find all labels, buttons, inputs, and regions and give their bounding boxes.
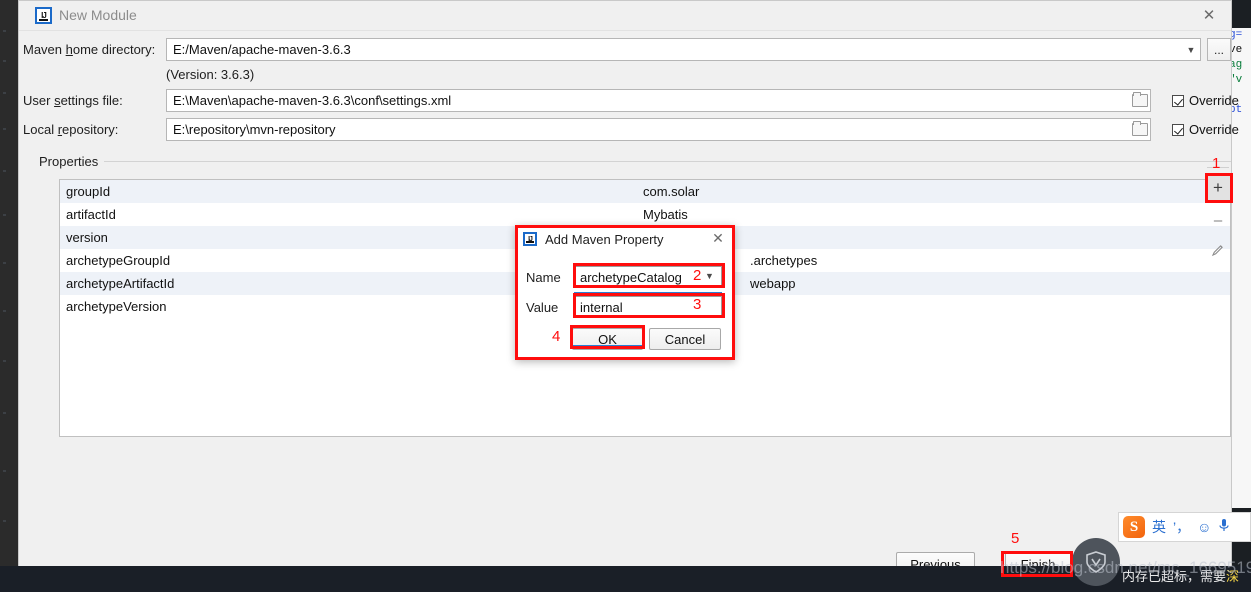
- property-value: com.solar: [643, 184, 700, 199]
- property-value: webapp: [750, 276, 796, 291]
- user-settings-override-checkbox[interactable]: Override: [1172, 93, 1239, 108]
- punctuation-icon[interactable]: ’，: [1173, 517, 1190, 537]
- emoji-icon[interactable]: ☺: [1197, 519, 1211, 535]
- property-key: version: [66, 230, 108, 245]
- name-field-focus-underline: [574, 292, 722, 294]
- checkbox-icon: [1172, 123, 1184, 136]
- property-key: archetypeVersion: [66, 299, 167, 314]
- sogou-ime-toolbar[interactable]: S 英 ’， ☺: [1118, 512, 1251, 542]
- property-key: archetypeGroupId: [66, 253, 171, 268]
- sogou-icon[interactable]: S: [1123, 516, 1145, 538]
- override-label: Override: [1189, 122, 1239, 137]
- name-label: Name: [526, 270, 561, 285]
- taskbar: [0, 566, 1251, 592]
- annotation-number-1: 1: [1212, 155, 1221, 172]
- folder-icon[interactable]: [1129, 90, 1151, 111]
- add-property-button[interactable]: +: [1205, 173, 1231, 203]
- background-editor-gutter: [0, 0, 18, 592]
- properties-toolbar: + –: [1205, 167, 1231, 269]
- taskbar-status-text: 内存已超标，需要深: [1122, 569, 1240, 584]
- maven-version-text: (Version: 3.6.3): [166, 67, 255, 82]
- remove-property-button[interactable]: –: [1205, 205, 1231, 235]
- intellij-idea-icon: IJ: [523, 232, 537, 246]
- annotation-number-5: 5: [1011, 530, 1020, 547]
- ime-mode-button[interactable]: 英: [1152, 517, 1166, 537]
- local-repository-override-checkbox[interactable]: Override: [1172, 122, 1239, 137]
- cancel-button[interactable]: Cancel: [649, 328, 721, 350]
- folder-icon[interactable]: [1129, 119, 1151, 140]
- properties-group-label: Properties: [39, 154, 105, 169]
- shield-icon[interactable]: [1072, 538, 1120, 586]
- title-bar: IJ New Module ✕: [19, 1, 1231, 31]
- intellij-idea-icon: IJ: [35, 7, 52, 24]
- local-repository-input[interactable]: E:\repository\mvn-repository: [166, 118, 1151, 141]
- property-key: artifactId: [66, 207, 116, 222]
- annotation-number-2: 2: [693, 267, 702, 284]
- user-settings-label: User settings file:: [23, 93, 123, 108]
- property-key: groupId: [66, 184, 111, 199]
- table-row[interactable]: artifactId Mybatis: [60, 203, 1230, 226]
- override-label: Override: [1189, 93, 1239, 108]
- value-label: Value: [526, 300, 559, 315]
- microphone-icon[interactable]: [1218, 518, 1230, 536]
- close-icon[interactable]: ✕: [1187, 1, 1231, 29]
- local-repository-label: Local repository:: [23, 122, 119, 137]
- annotation-number-3: 3: [693, 296, 702, 313]
- dialog-title: Add Maven Property: [545, 232, 664, 247]
- checkbox-icon: [1172, 94, 1184, 107]
- annotation-number-4: 4: [552, 328, 561, 345]
- maven-home-input[interactable]: E:/Maven/apache-maven-3.6.3: [166, 38, 1201, 61]
- ok-button-focus-underline: [572, 345, 643, 347]
- pencil-icon[interactable]: [1205, 235, 1231, 265]
- user-settings-input[interactable]: E:\Maven\apache-maven-3.6.3\conf\setting…: [166, 89, 1151, 112]
- browse-maven-home-button[interactable]: ...: [1207, 38, 1231, 61]
- group-divider: [103, 161, 1231, 162]
- chevron-down-icon[interactable]: ▼: [1182, 39, 1200, 60]
- property-key: archetypeArtifactId: [66, 276, 175, 291]
- close-icon[interactable]: ✕: [709, 229, 727, 247]
- property-value: Mybatis: [643, 207, 688, 222]
- property-value: .archetypes: [750, 253, 818, 268]
- chevron-down-icon[interactable]: ▼: [705, 271, 714, 281]
- table-row[interactable]: groupId com.solar: [60, 180, 1230, 203]
- page-title: New Module: [59, 7, 137, 23]
- maven-home-label: Maven home directory:: [23, 42, 156, 57]
